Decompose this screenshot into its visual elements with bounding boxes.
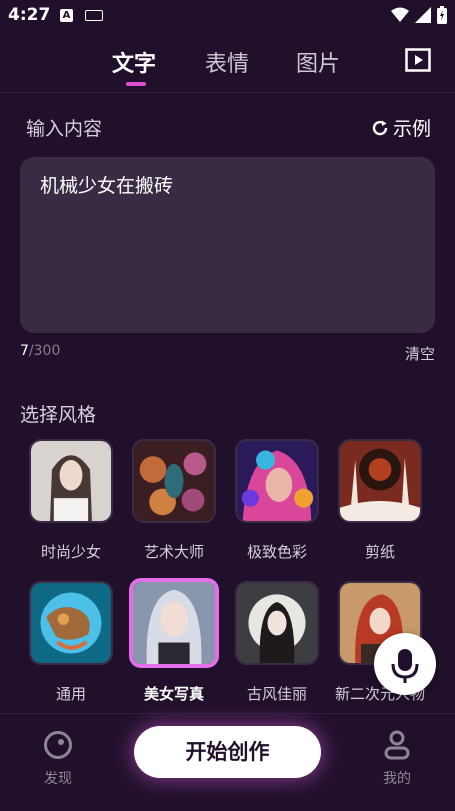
start-create-button[interactable]: 开始创作 <box>134 726 321 778</box>
user-icon <box>384 730 410 760</box>
style-thumbnail <box>29 439 113 523</box>
status-bar: 4:27 A <box>0 0 455 32</box>
tab-image[interactable]: 图片 <box>296 46 340 78</box>
style-thumbnail <box>235 439 319 523</box>
style-item[interactable]: 通用 <box>26 581 116 704</box>
nav-discover[interactable]: 发现 <box>28 730 88 788</box>
style-thumbnail <box>235 581 319 665</box>
style-thumbnail <box>338 439 422 523</box>
tab-emoji[interactable]: 表情 <box>205 46 249 78</box>
style-item-selected[interactable]: 美女写真 <box>129 578 219 704</box>
style-name: 美女写真 <box>143 685 204 703</box>
char-counter: 7/300 <box>20 343 60 359</box>
status-time: 4:27 <box>8 5 51 25</box>
style-section-title: 选择风格 <box>20 404 97 426</box>
style-item[interactable]: 剪纸 <box>335 439 425 562</box>
style-item[interactable]: 极致色彩 <box>232 439 322 562</box>
nav-mine[interactable]: 我的 <box>367 730 427 788</box>
refresh-icon <box>372 120 388 135</box>
top-tabs: 文字 表情 图片 <box>0 44 455 94</box>
style-name: 艺术大师 <box>143 543 204 561</box>
char-count: 7 <box>20 343 29 359</box>
clear-button[interactable]: 清空 <box>405 343 435 364</box>
wifi-icon <box>391 7 409 22</box>
bottom-nav: 发现 开始创作 我的 <box>0 713 455 811</box>
battery-icon <box>437 6 447 24</box>
voice-input-button[interactable] <box>374 633 436 695</box>
style-name: 古风佳丽 <box>246 685 307 703</box>
style-name: 时尚少女 <box>40 543 101 561</box>
style-thumbnail <box>29 581 113 665</box>
char-max: /300 <box>28 343 61 359</box>
style-item[interactable]: 艺术大师 <box>129 439 219 562</box>
header-divider <box>0 92 455 93</box>
example-button[interactable]: 示例 <box>371 114 431 141</box>
nav-mine-label: 我的 <box>383 771 411 787</box>
style-name: 通用 <box>55 685 86 703</box>
example-label: 示例 <box>392 118 431 140</box>
nav-discover-label: 发现 <box>44 771 72 787</box>
style-thumbnail <box>132 439 216 523</box>
prompt-input[interactable]: 机械少女在搬砖 <box>20 157 435 333</box>
signal-icon <box>415 7 431 23</box>
style-name: 剪纸 <box>364 543 395 561</box>
tab-indicator <box>126 82 146 86</box>
prompt-text: 机械少女在搬砖 <box>40 175 174 197</box>
style-item[interactable]: 时尚少女 <box>26 439 116 562</box>
tab-text[interactable]: 文字 <box>112 46 156 78</box>
input-label: 输入内容 <box>26 118 103 140</box>
style-name: 极致色彩 <box>246 543 307 561</box>
style-item[interactable]: 古风佳丽 <box>232 581 322 704</box>
style-thumbnail <box>129 578 219 668</box>
compass-icon <box>44 731 72 759</box>
keyboard-icon <box>85 10 103 21</box>
video-play-icon[interactable] <box>405 48 431 72</box>
a-notification-icon: A <box>60 9 73 22</box>
microphone-icon <box>391 649 419 683</box>
